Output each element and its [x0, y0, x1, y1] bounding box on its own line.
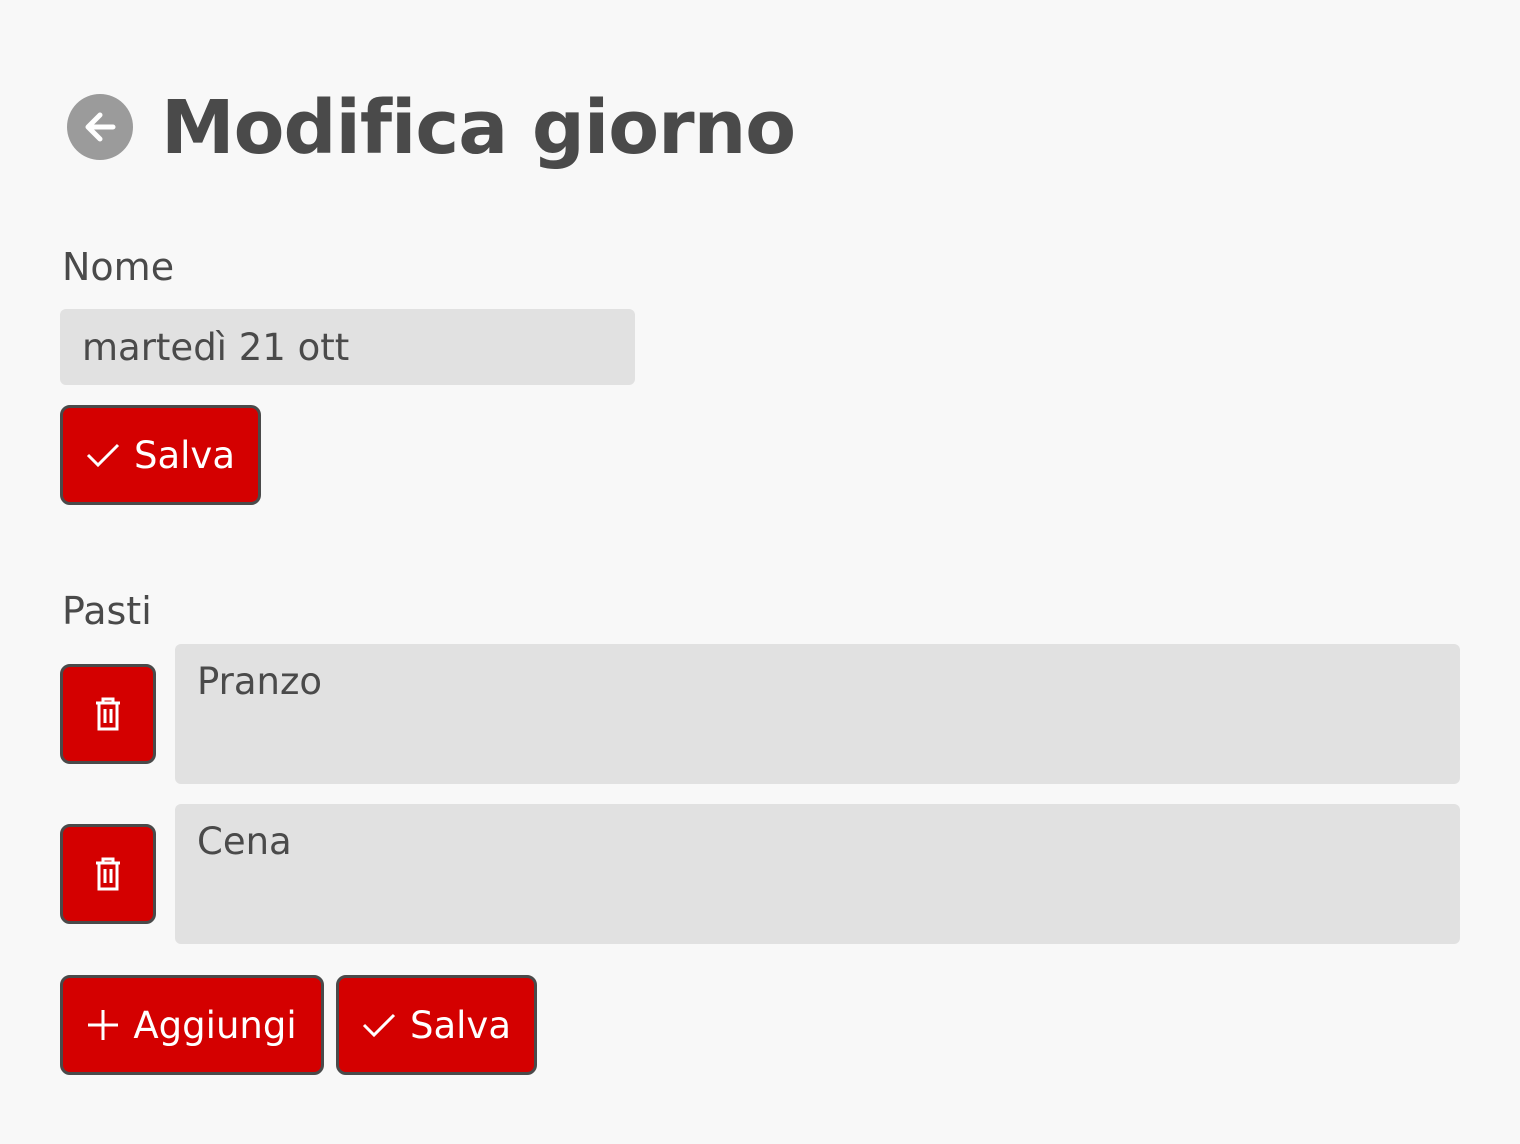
save-name-button-label: Salva — [133, 433, 235, 477]
page-title: Modifica giorno — [161, 85, 796, 171]
trash-icon — [93, 697, 123, 731]
plus-icon — [87, 1009, 119, 1041]
meal-input[interactable]: Cena — [175, 804, 1460, 944]
save-meals-button[interactable]: Salva — [336, 975, 537, 1075]
edit-day-page: Modifica giorno Nome Salva Pasti Pranzo — [0, 0, 1520, 1144]
save-name-button[interactable]: Salva — [60, 405, 261, 505]
add-meal-button-label: Aggiungi — [133, 1003, 297, 1047]
name-label: Nome — [62, 245, 175, 289]
meals-label: Pasti — [62, 589, 152, 633]
trash-icon — [93, 857, 123, 891]
check-icon — [86, 442, 120, 468]
meal-input[interactable]: Pranzo — [175, 644, 1460, 784]
check-icon — [362, 1012, 396, 1038]
name-input[interactable] — [60, 309, 635, 385]
delete-meal-button[interactable] — [60, 664, 156, 764]
save-meals-button-label: Salva — [409, 1003, 511, 1047]
arrow-left-icon — [83, 112, 117, 142]
back-button[interactable] — [67, 94, 133, 160]
delete-meal-button[interactable] — [60, 824, 156, 924]
add-meal-button[interactable]: Aggiungi — [60, 975, 324, 1075]
